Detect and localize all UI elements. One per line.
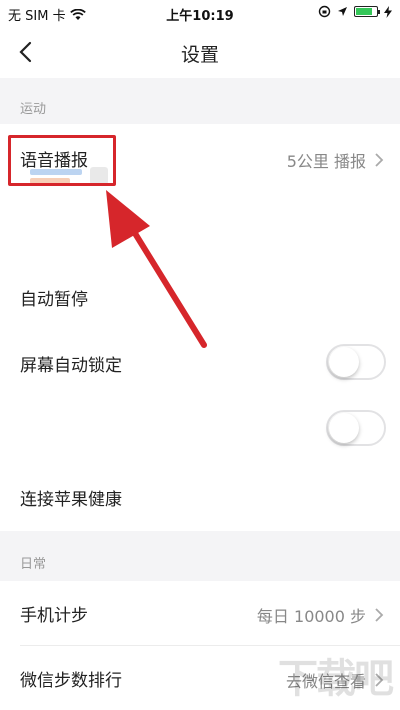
red-arrow-annotation — [106, 190, 207, 348]
watermark: 下载吧 — [278, 656, 394, 702]
